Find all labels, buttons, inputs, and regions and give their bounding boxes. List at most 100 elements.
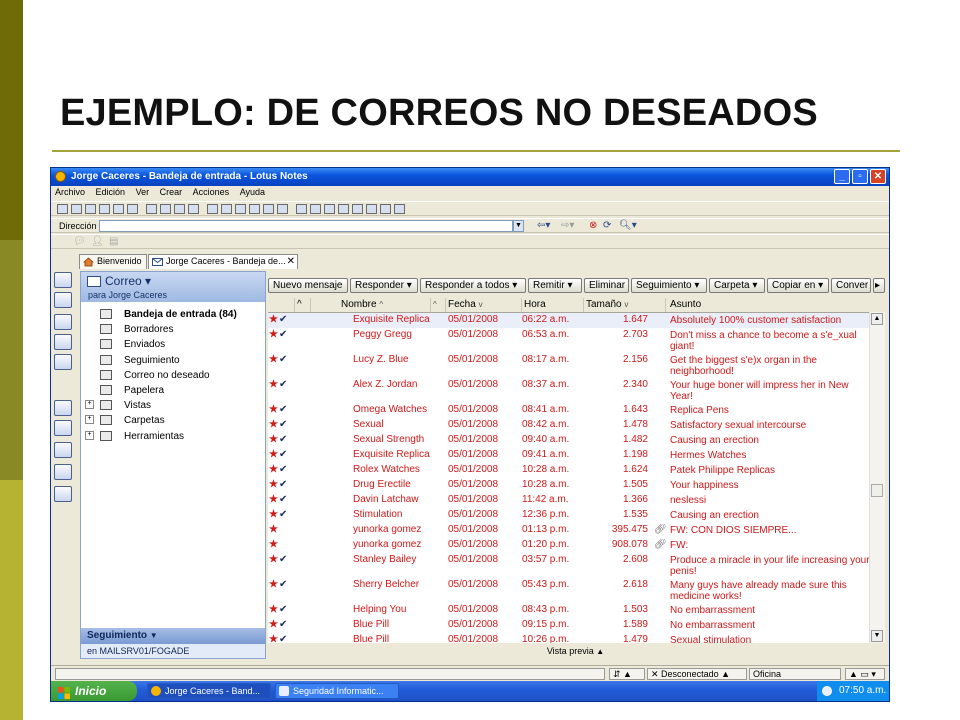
tab-bandeja[interactable]: Jorge Caceres - Bandeja de... ✕	[148, 254, 298, 269]
network-icon[interactable]	[822, 686, 832, 696]
copy-toolbar-icon[interactable]	[160, 204, 171, 214]
table-row[interactable]: ★ ✔ Blue Pill 05/01/2008 10:26 p.m. 1.479 Sexu…	[268, 633, 869, 643]
expand-icon[interactable]: +	[85, 415, 94, 424]
scroll-thumb[interactable]	[871, 484, 883, 497]
nav-item[interactable]: + Vistas	[81, 398, 265, 413]
remove-toolbar-icon[interactable]	[338, 204, 349, 214]
nav-title[interactable]: Correo ▾	[105, 274, 151, 288]
table-row[interactable]: ★ ✔ Lucy Z. Blue 05/01/2008 08:17 a.m. 2.156 G…	[268, 353, 869, 378]
nav-item[interactable]: Seguimiento	[81, 353, 265, 368]
table-row[interactable]: ★ ✔ Sexual 05/01/2008 08:42 a.m. 1.478 Satisfa…	[268, 418, 869, 433]
bookmark-mail-icon[interactable]	[54, 272, 72, 288]
status-sync-icon[interactable]: ⇵ ▲	[609, 668, 645, 680]
table-row[interactable]: ★ ✔ Sexual Strength 05/01/2008 09:40 a.m. 1.4…	[268, 433, 869, 448]
bookmark-history-icon[interactable]	[54, 442, 72, 458]
down2-toolbar-icon[interactable]	[235, 204, 246, 214]
nav-item[interactable]: Papelera	[81, 383, 265, 398]
minimize-button[interactable]: _	[834, 169, 850, 184]
nav-item[interactable]: Enviados	[81, 337, 265, 352]
bookmark-databases-icon[interactable]	[54, 420, 72, 436]
column-time[interactable]: Hora	[521, 298, 583, 312]
search-toolbar-icon[interactable]	[380, 204, 391, 214]
grid-toolbar-icon[interactable]	[394, 204, 405, 214]
chat-icon[interactable]: 💬︎	[73, 236, 86, 247]
expand-icon[interactable]: +	[85, 431, 94, 440]
follow-up-section-header[interactable]: Seguimiento ▼	[81, 628, 265, 644]
nav-item[interactable]: + Carpetas	[81, 413, 265, 428]
column-subject[interactable]: Asunto	[665, 298, 883, 312]
cut-toolbar-icon[interactable]	[146, 204, 157, 214]
menu-edicion[interactable]: Edición	[96, 187, 126, 197]
refresh-toolbar-icon[interactable]	[57, 204, 68, 214]
bookmark-contacts-icon[interactable]	[54, 314, 72, 330]
card-icon[interactable]: ▤	[109, 236, 118, 247]
table-row[interactable]: ★ ✔ Sherry Belcher 05/01/2008 05:43 p.m. 2.61…	[268, 578, 869, 603]
convert-button[interactable]: Conver	[831, 278, 871, 293]
folder-button[interactable]: Carpeta ▾	[709, 278, 765, 293]
table-row[interactable]: ★ yunorka gomez 05/01/2008 01:20 p.m. 908.07…	[268, 538, 869, 553]
search-icon[interactable]: 🔍︎▾	[619, 220, 637, 231]
start-button[interactable]: Inicio	[51, 681, 137, 701]
up-toolbar-icon[interactable]	[221, 204, 232, 214]
taskbar-item-powerpoint[interactable]: Seguridad Informatic...	[275, 683, 399, 699]
up2-toolbar-icon[interactable]	[249, 204, 260, 214]
table-row[interactable]: ★ ✔ Stimulation 05/01/2008 12:36 p.m. 1.535 Ca…	[268, 508, 869, 523]
follow-up-button[interactable]: Seguimiento ▾	[631, 278, 707, 293]
down-toolbar-icon[interactable]	[207, 204, 218, 214]
bookmark-more-icon[interactable]	[54, 486, 72, 502]
bookmark-favorites-icon[interactable]	[54, 400, 72, 416]
expand-icon[interactable]: +	[85, 400, 94, 409]
menu-crear[interactable]: Crear	[160, 187, 183, 197]
table-row[interactable]: ★ ✔ Blue Pill 05/01/2008 09:15 p.m. 1.589 No e…	[268, 618, 869, 633]
reply-button[interactable]: Responder ▾	[350, 278, 418, 293]
table-row[interactable]: ★ ✔ Rolex Watches 05/01/2008 10:28 a.m. 1.624…	[268, 463, 869, 478]
scroll-down-icon[interactable]: ▼	[871, 630, 883, 642]
bookmark-applications-icon[interactable]	[54, 464, 72, 480]
add2-toolbar-icon[interactable]	[324, 204, 335, 214]
view-toolbar-icon[interactable]	[352, 204, 363, 214]
nav-item[interactable]: Correo no deseado	[81, 368, 265, 383]
reply-toolbar-icon[interactable]	[113, 204, 124, 214]
find-toolbar-icon[interactable]	[366, 204, 377, 214]
open-toolbar-icon[interactable]	[85, 204, 96, 214]
mark-toolbar-icon[interactable]	[277, 204, 288, 214]
nav-item[interactable]: Borradores	[81, 322, 265, 337]
table-row[interactable]: ★ yunorka gomez 05/01/2008 01:13 p.m. 395.47…	[268, 523, 869, 538]
forward-button[interactable]: Remitir ▾	[528, 278, 582, 293]
menu-ver[interactable]: Ver	[136, 187, 150, 197]
user-icon[interactable]: 👤︎	[91, 236, 104, 247]
print-toolbar-icon[interactable]	[127, 204, 138, 214]
new-message-button[interactable]: Nuevo mensaje	[268, 278, 348, 293]
paste-toolbar-icon[interactable]	[174, 204, 185, 214]
close-button[interactable]: ✕	[870, 169, 886, 184]
scroll-up-icon[interactable]: ▲	[871, 313, 883, 325]
forward-icon[interactable]: ⇨▾	[561, 220, 574, 231]
location-status[interactable]: Oficina	[749, 668, 841, 680]
maximize-button[interactable]: ▫	[852, 169, 868, 184]
preview-toggle[interactable]: Vista previa ▲	[268, 645, 883, 657]
save-toolbar-icon[interactable]	[71, 204, 82, 214]
column-sort[interactable]: ^	[294, 298, 310, 312]
column-name[interactable]: Nombre ^	[310, 298, 430, 312]
back-icon[interactable]: ⇦▾	[537, 220, 550, 231]
window-titlebar[interactable]: Jorge Caceres - Bandeja de entrada - Lot…	[51, 168, 889, 186]
inbox-status-icon[interactable]: ▲ ▭ ▾	[845, 668, 885, 680]
address-dropdown-icon[interactable]: ▼	[513, 220, 524, 232]
table-row[interactable]: ★ ✔ Omega Watches 05/01/2008 08:41 a.m. 1.643…	[268, 403, 869, 418]
more-actions-icon[interactable]: ▸	[873, 278, 885, 293]
close-tab-icon[interactable]: ✕	[287, 255, 295, 268]
add-toolbar-icon[interactable]	[310, 204, 321, 214]
table-row[interactable]: ★ ✔ Exquisite Replica 05/01/2008 09:41 a.m. 1…	[268, 448, 869, 463]
nav-item[interactable]: + Herramientas	[81, 429, 265, 444]
nav-item[interactable]: Bandeja de entrada (84)	[81, 307, 265, 322]
address-input[interactable]	[99, 220, 513, 232]
tab-bienvenido[interactable]: Bienvenido	[79, 254, 147, 269]
table-row[interactable]: ★ ✔ Drug Erectile 05/01/2008 10:28 a.m. 1.505…	[268, 478, 869, 493]
menu-acciones[interactable]: Acciones	[193, 187, 230, 197]
nav-header[interactable]: Correo ▾ para Jorge Caceres	[81, 272, 265, 302]
table-row[interactable]: ★ ✔ Exquisite Replica 05/01/2008 06:22 a.m. 1…	[268, 313, 869, 328]
table-row[interactable]: ★ ✔ Stanley Bailey 05/01/2008 03:57 p.m. 2.60…	[268, 553, 869, 578]
table-row[interactable]: ★ ✔ Alex Z. Jordan 05/01/2008 08:37 a.m. 2.34…	[268, 378, 869, 403]
format-toolbar-icon[interactable]	[188, 204, 199, 214]
column-size[interactable]: Tamaño v	[583, 298, 665, 312]
